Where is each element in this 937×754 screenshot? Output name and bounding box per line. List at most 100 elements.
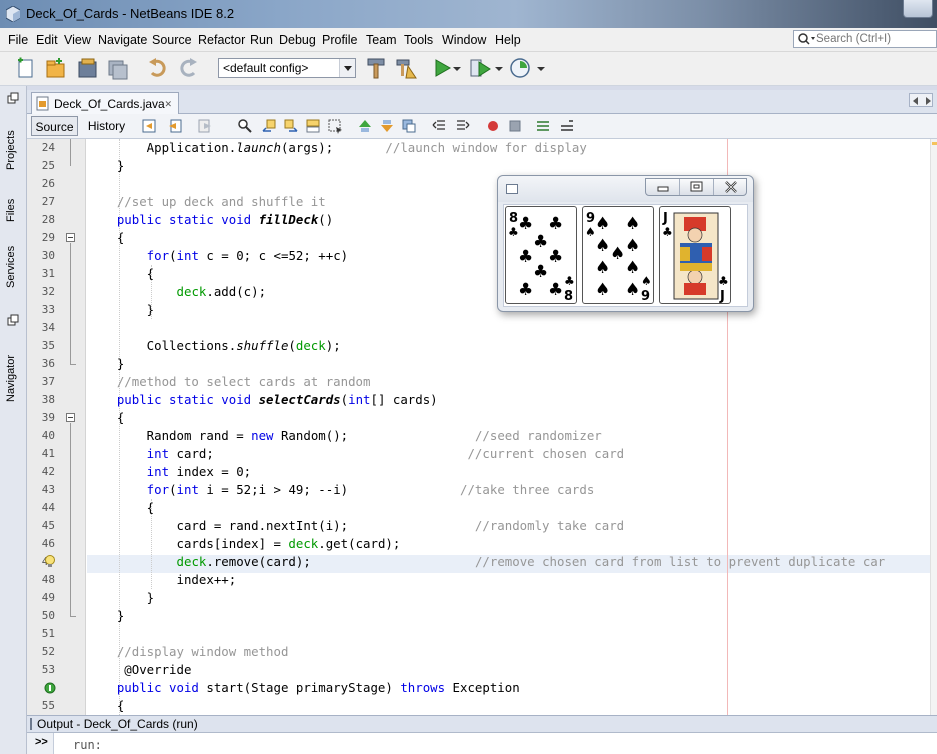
code-line[interactable]: Application.launch(args); //launch windo… [87, 139, 587, 157]
code-line[interactable]: } [87, 157, 124, 175]
code-line[interactable]: for(int i = 52;i > 49; --i) //take three… [87, 481, 595, 499]
stop-macro-icon[interactable] [507, 118, 523, 134]
code-line[interactable]: public static void fillDeck() [87, 211, 333, 229]
menu-profile[interactable]: Profile [322, 33, 357, 47]
config-dropdown[interactable]: <default config> [218, 58, 356, 78]
run-dropdown-icon[interactable] [450, 56, 464, 80]
close-icon[interactable]: ✕ [164, 99, 172, 110]
build-hammer-icon[interactable] [364, 56, 388, 80]
menu-file[interactable]: File [8, 33, 28, 47]
code-line[interactable]: public void start(Stage primaryStage) th… [87, 679, 520, 697]
menu-edit[interactable]: Edit [36, 33, 58, 47]
shift-left-icon[interactable] [431, 118, 447, 134]
redo-icon[interactable] [176, 56, 200, 80]
toggle-bookmark-icon[interactable] [401, 118, 417, 134]
output-title[interactable]: Output - Deck_Of_Cards (run) [27, 716, 937, 733]
code-line[interactable]: { [87, 499, 154, 517]
tab-navigation-arrows[interactable] [909, 93, 933, 107]
comment-icon[interactable] [535, 118, 551, 134]
uncomment-icon[interactable] [559, 118, 575, 134]
shift-right-icon[interactable] [455, 118, 471, 134]
code-line[interactable]: { [87, 409, 124, 427]
last-edit-icon[interactable] [141, 118, 157, 134]
record-macro-icon[interactable] [485, 118, 501, 134]
menu-run[interactable]: Run [250, 33, 273, 47]
code-line[interactable]: { [87, 265, 154, 283]
code-line[interactable]: Random rand = new Random(); //seed rando… [87, 427, 602, 445]
code-line[interactable]: //method to select cards at random [87, 373, 371, 391]
rerun-button[interactable]: >> [27, 733, 54, 754]
window-restore-icon[interactable] [7, 314, 19, 326]
code-editor[interactable]: 24 25 26 27 28 29 30 31 32 33 34 35 36 37 38 39 40 41 42 43… [27, 139, 937, 715]
sidebar-tab-files[interactable]: Files [5, 182, 23, 222]
back-icon[interactable] [167, 118, 183, 134]
find-icon[interactable] [237, 118, 253, 134]
code-line[interactable]: } [87, 607, 124, 625]
lightbulb-hint-icon[interactable] [44, 555, 56, 569]
card-display-window[interactable]: 8 ♣ ♣ ♣ ♣ ♣ ♣ ♣ ♣ ♣ ♣ 8 9 ♠ ♠ ♠ ♠ ♠ ♠ ♠ … [497, 175, 754, 312]
source-view-button[interactable]: Source [31, 116, 78, 136]
window-restore-icon[interactable] [7, 92, 19, 104]
window-close-button[interactable] [903, 0, 933, 18]
sidebar-tab-navigator[interactable]: Navigator [5, 332, 23, 402]
minimize-button[interactable] [646, 179, 680, 195]
menu-tools[interactable]: Tools [404, 33, 433, 47]
open-project-icon[interactable] [76, 56, 100, 80]
debug-dropdown-icon[interactable] [492, 56, 506, 80]
forward-icon[interactable] [197, 118, 213, 134]
tab-deck-of-cards-java[interactable]: Deck_Of_Cards.java ✕ [31, 92, 179, 114]
menu-navigate[interactable]: Navigate [98, 33, 147, 47]
code-line[interactable]: card = rand.nextInt(i); //randomly take … [87, 517, 625, 535]
sidebar-tab-projects[interactable]: Projects [5, 110, 23, 170]
history-view-button[interactable]: History [83, 116, 130, 136]
code-line[interactable]: deck.add(c); [87, 283, 267, 301]
previous-bookmark-icon[interactable] [357, 118, 373, 134]
profile-dropdown-icon[interactable] [534, 56, 548, 80]
undo-icon[interactable] [146, 56, 170, 80]
new-file-icon[interactable] [14, 56, 38, 80]
selection-icon[interactable] [327, 118, 343, 134]
code-line[interactable]: //display window method [87, 643, 289, 661]
menu-source[interactable]: Source [152, 33, 192, 47]
code-line[interactable]: } [87, 301, 154, 319]
menu-help[interactable]: Help [495, 33, 521, 47]
menu-view[interactable]: View [64, 33, 91, 47]
code-line[interactable]: @Override [87, 661, 191, 679]
menu-refactor[interactable]: Refactor [198, 33, 245, 47]
code-line[interactable]: deck.remove(card); //remove chosen card … [87, 553, 886, 571]
code-line[interactable]: int index = 0; [87, 463, 251, 481]
menu-window[interactable]: Window [442, 33, 486, 47]
debug-icon[interactable] [468, 56, 492, 80]
code-line[interactable]: Collections.shuffle(deck); [87, 337, 341, 355]
clean-build-icon[interactable] [394, 56, 418, 80]
maximize-button[interactable] [680, 179, 714, 195]
editor-error-stripe[interactable] [930, 139, 937, 715]
override-marker-icon[interactable] [44, 682, 56, 694]
fold-collapse-icon[interactable] [66, 233, 75, 242]
code-line[interactable]: { [87, 229, 124, 247]
new-project-icon[interactable] [44, 56, 68, 80]
sidebar-tab-services[interactable]: Services [5, 232, 23, 288]
code-line[interactable]: int card; //current chosen card [87, 445, 624, 463]
code-line[interactable]: //set up deck and shuffle it [87, 193, 326, 211]
toggle-highlight-icon[interactable] [305, 118, 321, 134]
code-line[interactable]: index++; [87, 571, 237, 589]
fold-collapse-icon[interactable] [66, 413, 75, 422]
warning-marker[interactable] [932, 142, 937, 145]
next-bookmark-icon[interactable] [379, 118, 395, 134]
profile-icon[interactable] [508, 56, 532, 80]
code-line[interactable]: for(int c = 0; c <=52; ++c) [87, 247, 348, 265]
code-line[interactable]: } [87, 355, 124, 373]
search-box[interactable] [793, 30, 937, 48]
save-all-icon[interactable] [106, 56, 130, 80]
close-button[interactable] [714, 179, 748, 195]
code-line[interactable]: { [87, 697, 124, 715]
menu-debug[interactable]: Debug [279, 33, 316, 47]
card-window-titlebar[interactable] [498, 176, 753, 202]
code-line[interactable]: } [87, 589, 154, 607]
code-line[interactable]: public static void selectCards(int[] car… [87, 391, 438, 409]
find-previous-icon[interactable] [261, 118, 277, 134]
menu-team[interactable]: Team [366, 33, 397, 47]
search-input[interactable] [816, 31, 934, 47]
find-next-icon[interactable] [283, 118, 299, 134]
